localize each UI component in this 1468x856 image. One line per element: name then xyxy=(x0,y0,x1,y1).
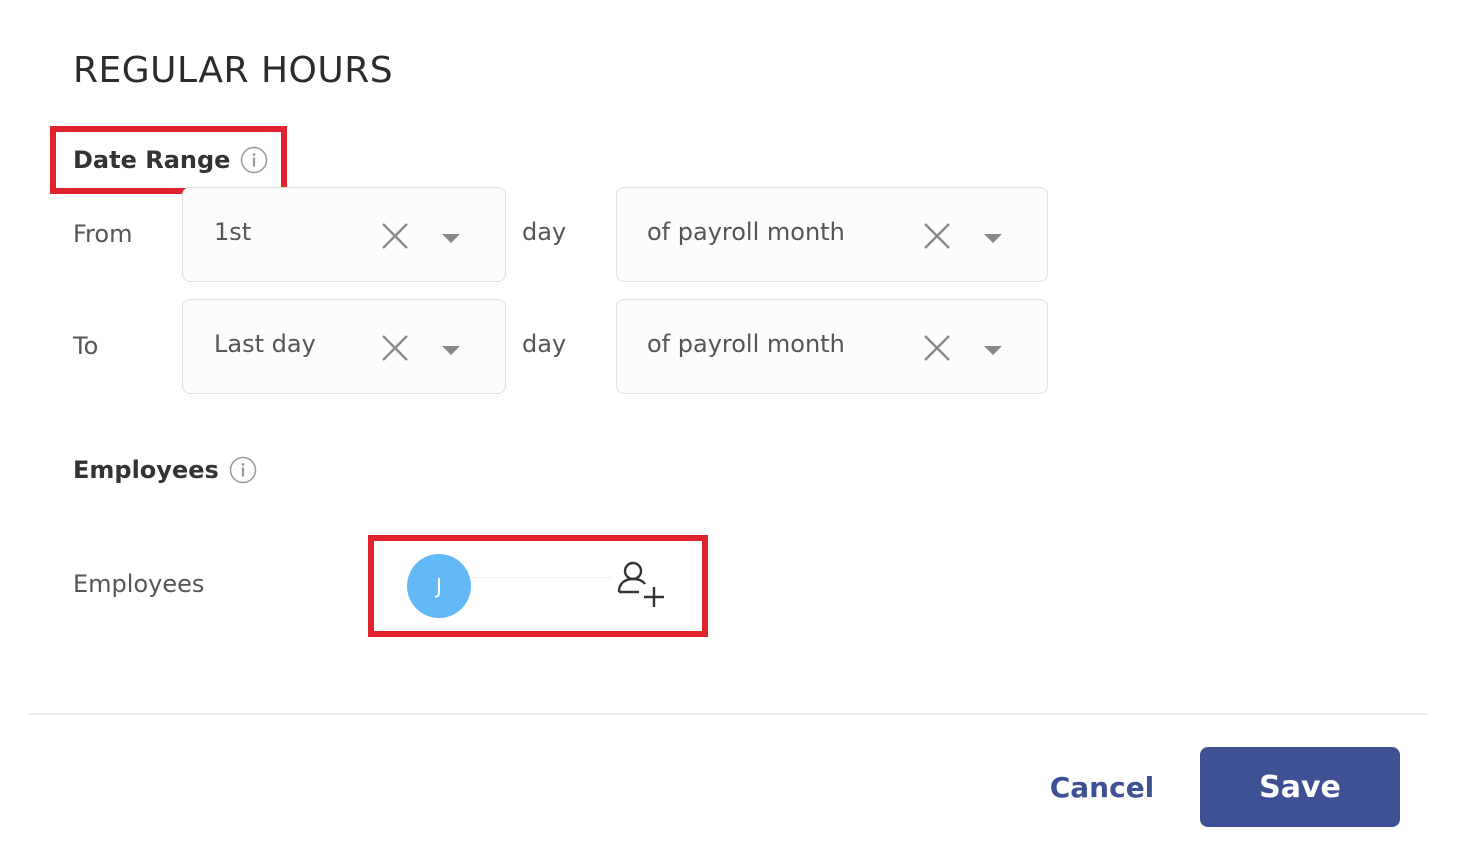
to-label: To xyxy=(73,332,99,360)
save-button[interactable]: Save xyxy=(1200,747,1400,827)
date-range-label: Date Range xyxy=(73,146,231,174)
add-user-icon[interactable] xyxy=(615,560,667,614)
chevron-down-icon[interactable] xyxy=(441,230,461,249)
clear-icon[interactable] xyxy=(922,221,952,255)
to-day-value: Last day xyxy=(214,330,316,358)
clear-icon[interactable] xyxy=(380,221,410,255)
date-range-heading: Date Range xyxy=(73,144,268,176)
employees-heading: Employees xyxy=(73,454,257,486)
info-icon[interactable] xyxy=(240,146,268,174)
cancel-button[interactable]: Cancel xyxy=(1038,761,1166,813)
employees-section-label: Employees xyxy=(73,456,219,484)
from-day-value: 1st xyxy=(214,218,252,246)
dialog-title: REGULAR HOURS xyxy=(73,50,394,91)
from-day-word: day xyxy=(522,218,567,246)
clear-icon[interactable] xyxy=(922,333,952,367)
employees-field-label: Employees xyxy=(73,570,205,598)
from-label: From xyxy=(73,220,133,248)
from-day-select[interactable]: 1st xyxy=(182,187,506,282)
chevron-down-icon[interactable] xyxy=(983,230,1003,249)
to-period-value: of payroll month xyxy=(647,330,845,358)
employees-field-line xyxy=(472,577,612,578)
avatar[interactable]: J xyxy=(407,554,471,618)
footer-divider xyxy=(28,713,1428,715)
info-icon[interactable] xyxy=(229,456,257,484)
clear-icon[interactable] xyxy=(380,333,410,367)
from-period-value: of payroll month xyxy=(647,218,845,246)
to-day-word: day xyxy=(522,330,567,358)
chevron-down-icon[interactable] xyxy=(441,342,461,361)
to-period-select[interactable]: of payroll month xyxy=(616,299,1048,394)
from-period-select[interactable]: of payroll month xyxy=(616,187,1048,282)
to-day-select[interactable]: Last day xyxy=(182,299,506,394)
chevron-down-icon[interactable] xyxy=(983,342,1003,361)
